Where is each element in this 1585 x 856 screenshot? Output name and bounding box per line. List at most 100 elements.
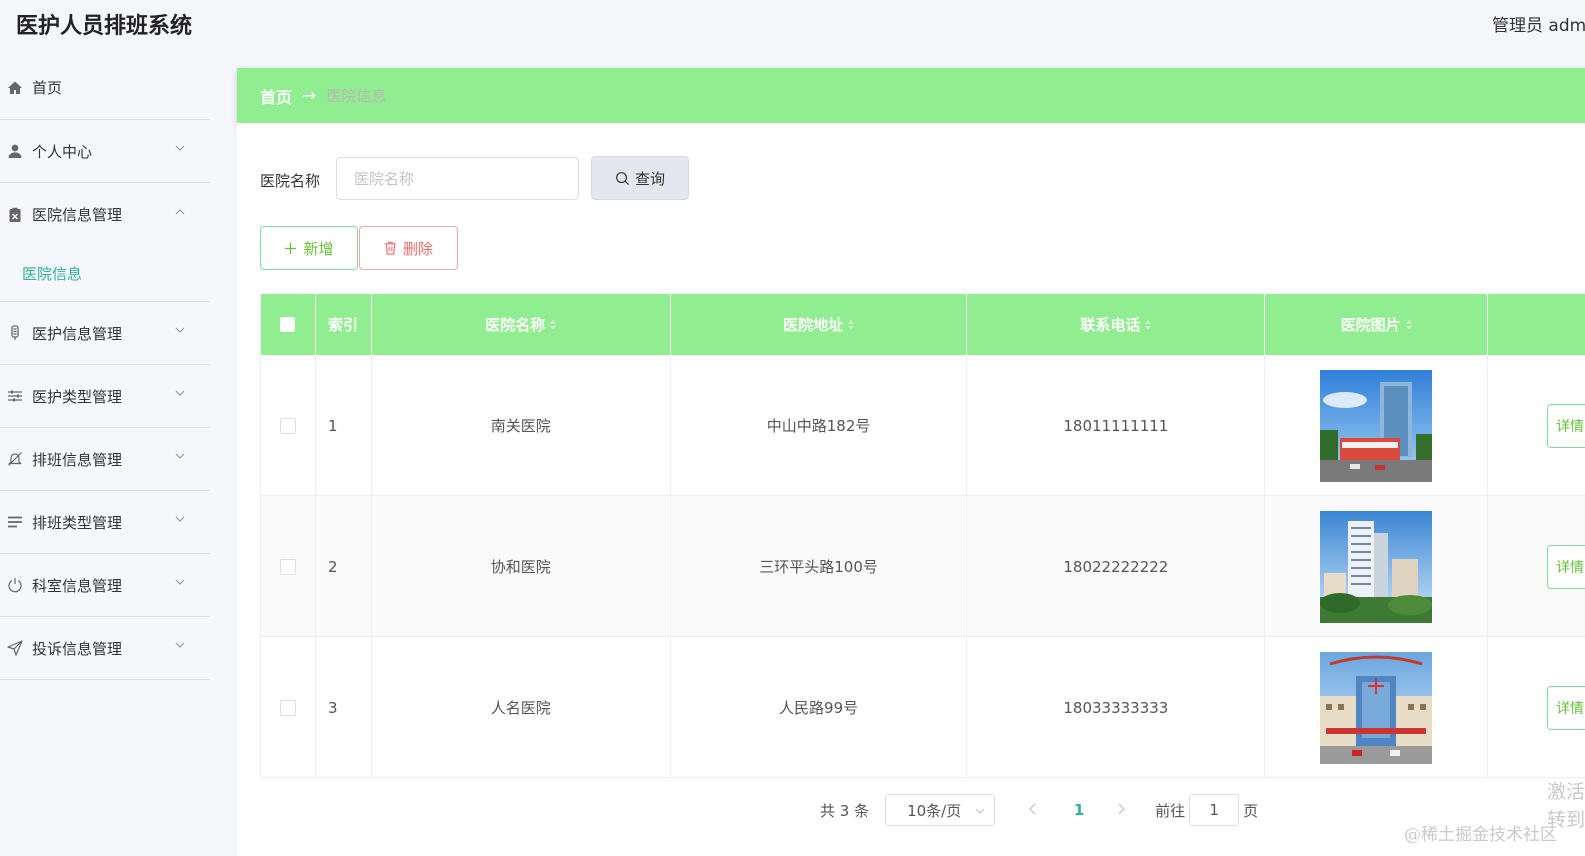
list-icon	[6, 513, 24, 531]
chevron-left-icon	[1029, 803, 1036, 815]
page-number-1[interactable]: 1	[1069, 801, 1089, 819]
add-button-label: 新增	[303, 239, 334, 258]
query-button-label: 查询	[634, 169, 665, 188]
send-icon	[6, 639, 24, 657]
site-watermark: @稀土掘金技术社区	[1404, 825, 1557, 845]
hospital-image[interactable]	[1320, 510, 1433, 623]
table-header: 索引 医院名称 医院地址 联系电话 医院图片	[261, 294, 1585, 355]
row-checkbox[interactable]	[279, 699, 296, 716]
clipboard-icon	[6, 206, 24, 224]
row-checkbox[interactable]	[279, 558, 296, 575]
table-row: 2 协和医院 三环平头路100号 18022222222 详情	[261, 496, 1585, 637]
sidebar-item-label: 医护信息管理	[32, 324, 123, 343]
sidebar-item-schedule-type-management[interactable]: 排班类型管理	[0, 491, 210, 554]
sidebar-item-label: 投诉信息管理	[32, 639, 123, 658]
cell-phone: 18011111111	[967, 355, 1266, 496]
trash-icon	[384, 241, 397, 255]
select-all-cell	[261, 294, 316, 355]
row-select-cell	[261, 355, 316, 496]
chevron-up-icon	[175, 208, 185, 214]
sidebar-subitem-hospital-info[interactable]: 医院信息	[0, 246, 210, 302]
sidebar-item-medical-staff-management[interactable]: 医护信息管理	[0, 302, 210, 365]
column-header-label: 联系电话	[1080, 316, 1141, 334]
hospital-name-search-input[interactable]	[336, 157, 579, 200]
query-button[interactable]: 查询	[591, 156, 689, 200]
goto-label: 前往	[1155, 801, 1186, 820]
cell-name: 协和医院	[372, 496, 671, 637]
column-header-image[interactable]: 医院图片	[1265, 294, 1489, 355]
cell-actions: 详情	[1488, 355, 1585, 496]
search-label: 医院名称	[260, 172, 321, 190]
column-header-phone[interactable]: 联系电话	[967, 294, 1266, 355]
next-page-button[interactable]	[1111, 801, 1131, 819]
chevron-down-icon	[175, 390, 185, 396]
detail-button[interactable]: 详情	[1547, 685, 1585, 730]
sidebar: 首页 个人中心 医院信息管理 医院信息 医护信息管理 医护类型管理 排班信息管理…	[0, 56, 210, 856]
sidebar-item-schedule-info-management[interactable]: 排班信息管理	[0, 428, 210, 491]
sidebar-item-hospital-info-management[interactable]: 医院信息管理	[0, 183, 210, 246]
chevron-down-icon	[975, 808, 985, 814]
breadcrumb-arrow-icon: →	[302, 85, 317, 106]
sidebar-item-medical-type-management[interactable]: 医护类型管理	[0, 365, 210, 428]
delete-button[interactable]: 删除	[359, 226, 458, 270]
column-header-index: 索引	[316, 294, 372, 355]
hospital-image[interactable]	[1320, 651, 1433, 764]
table-row: 3 人名医院 人民路99号 18033333333 详情	[261, 637, 1585, 778]
bell-off-icon	[6, 450, 24, 468]
page-size-value: 10条/页	[907, 801, 962, 820]
sidebar-item-personal-center[interactable]: 个人中心	[0, 120, 210, 183]
power-icon	[6, 576, 24, 594]
sort-icon	[1405, 319, 1412, 330]
thermometer-icon	[6, 324, 24, 342]
sliders-icon	[6, 387, 24, 405]
chevron-right-icon	[1118, 803, 1126, 815]
sidebar-item-label: 排班信息管理	[32, 450, 123, 469]
breadcrumb-home-link[interactable]: 首页	[260, 84, 292, 108]
cell-name: 南关医院	[372, 355, 671, 496]
breadcrumb-current: 医院信息	[326, 87, 387, 105]
delete-button-label: 删除	[402, 239, 433, 258]
cell-index: 2	[316, 496, 372, 637]
cell-image	[1265, 637, 1489, 778]
search-icon	[616, 171, 630, 185]
sidebar-item-label: 科室信息管理	[32, 576, 123, 595]
add-button[interactable]: 新增	[260, 226, 358, 270]
column-header-actions	[1488, 294, 1585, 355]
chevron-down-icon	[175, 579, 185, 585]
user-icon	[6, 142, 24, 160]
sidebar-item-complaint-info-management[interactable]: 投诉信息管理	[0, 617, 210, 680]
goto-page-input[interactable]	[1189, 794, 1240, 826]
cell-address: 人民路99号	[671, 637, 968, 778]
cell-address: 中山中路182号	[671, 355, 968, 496]
home-icon	[6, 79, 24, 97]
select-all-checkbox[interactable]	[280, 317, 296, 332]
sidebar-item-home[interactable]: 首页	[0, 56, 210, 120]
prev-page-button[interactable]	[1023, 801, 1043, 819]
page-size-select[interactable]: 10条/页	[885, 794, 996, 826]
cell-address: 三环平头路100号	[671, 496, 968, 637]
breadcrumb: 首页 → 医院信息	[237, 68, 1585, 123]
column-header-label: 医院地址	[783, 316, 844, 334]
cell-index: 1	[316, 355, 372, 496]
cell-actions: 详情	[1488, 496, 1585, 637]
sidebar-item-department-info-management[interactable]: 科室信息管理	[0, 554, 210, 617]
cell-image	[1265, 496, 1489, 637]
hospital-image[interactable]	[1320, 369, 1433, 482]
detail-button[interactable]: 详情	[1547, 403, 1585, 448]
cell-image	[1265, 355, 1489, 496]
column-header-address[interactable]: 医院地址	[671, 294, 968, 355]
user-label[interactable]: 管理员 admin	[1492, 11, 1585, 36]
cell-index: 3	[316, 637, 372, 778]
sidebar-item-label: 医护类型管理	[32, 387, 123, 406]
cell-actions: 详情	[1488, 637, 1585, 778]
chevron-down-icon	[175, 642, 185, 648]
column-header-label: 医院图片	[1340, 316, 1401, 334]
row-select-cell	[261, 496, 316, 637]
row-checkbox[interactable]	[279, 417, 296, 434]
sidebar-item-label: 排班类型管理	[32, 513, 123, 532]
detail-button[interactable]: 详情	[1547, 544, 1585, 589]
cell-name: 人名医院	[372, 637, 671, 778]
sidebar-item-label: 个人中心	[32, 142, 93, 161]
column-header-label: 医院名称	[485, 316, 546, 334]
column-header-name[interactable]: 医院名称	[372, 294, 671, 355]
